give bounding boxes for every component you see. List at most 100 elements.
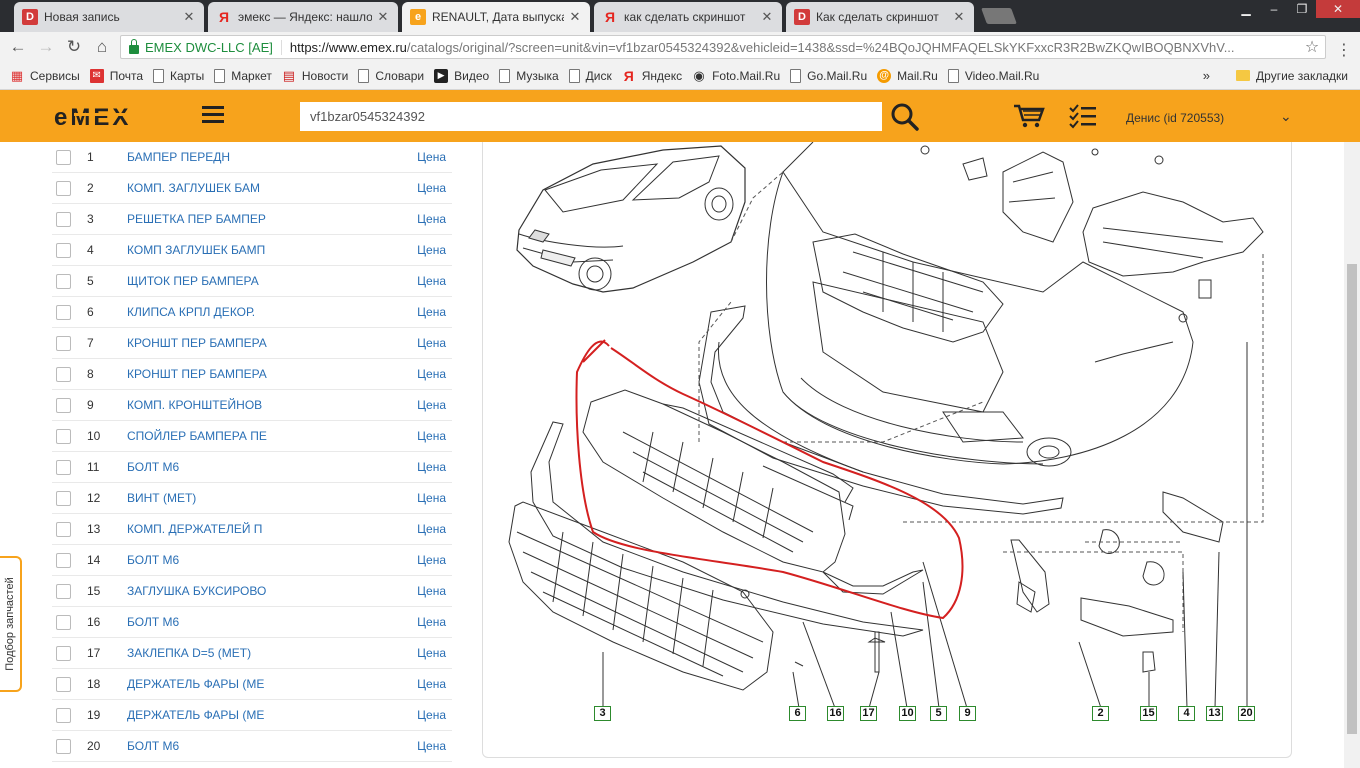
part-name-link[interactable]: БАМПЕР ПЕРЕДН [127,150,383,164]
scrollbar-thumb[interactable] [1347,264,1357,734]
diagram-callout[interactable]: 15 [1140,706,1157,721]
part-price-link[interactable]: Цена [417,739,446,753]
diagram-callout[interactable]: 5 [930,706,947,721]
bookmark-star-icon[interactable]: ☆ [1299,37,1325,57]
part-checkbox[interactable] [56,428,71,444]
bookmark-item[interactable]: ✉ Почта [89,68,143,83]
home-icon[interactable]: ⌂ [88,37,116,57]
bookmark-item[interactable]: Диск [568,68,612,83]
diagram-callout[interactable]: 13 [1206,706,1223,721]
url-text[interactable]: https://www.emex.ru/catalogs/original/?s… [290,40,1299,55]
bookmark-item[interactable]: Я Яндекс [622,68,682,84]
close-tab-icon[interactable]: ✕ [952,9,966,25]
new-tab-button[interactable] [981,8,1017,24]
part-price-link[interactable]: Цена [417,491,446,505]
close-tab-icon[interactable]: ✕ [568,9,582,25]
part-name-link[interactable]: КРОНШТ ПЕР БАМПЕРА [127,367,383,381]
bookmark-item[interactable]: ◉ Foto.Mail.Ru [692,68,780,83]
diagram-callout[interactable]: 20 [1238,706,1255,721]
diagram-callout[interactable]: 4 [1178,706,1195,721]
part-name-link[interactable]: БОЛТ М6 [127,553,383,567]
part-price-link[interactable]: Цена [417,398,446,412]
user-account-label[interactable]: Денис (id 720553) [1126,111,1224,125]
part-price-link[interactable]: Цена [417,150,446,164]
part-price-link[interactable]: Цена [417,305,446,319]
part-name-link[interactable]: КОМП. КРОНШТЕЙНОВ [127,398,383,412]
parts-selection-tab[interactable]: Подбор запчастей [0,556,22,692]
reload-icon[interactable]: ↻ [60,37,88,57]
cart-icon[interactable] [1012,103,1046,129]
part-name-link[interactable]: ЗАКЛЕПКА D=5 (МЕТ) [127,646,383,660]
part-price-link[interactable]: Цена [417,553,446,567]
bookmark-item[interactable]: Go.Mail.Ru [790,68,867,83]
part-checkbox[interactable] [56,335,71,351]
part-name-link[interactable]: БОЛТ М6 [127,615,383,629]
part-checkbox[interactable] [56,707,71,723]
part-price-link[interactable]: Цена [417,646,446,660]
part-checkbox[interactable] [56,180,71,196]
minimize-icon[interactable]: – [1260,0,1288,18]
page-scrollbar[interactable] [1344,142,1360,768]
other-bookmarks[interactable]: Другие закладки [1236,69,1348,83]
browser-tab[interactable]: D Новая запись ✕ [14,2,204,32]
browser-menu-icon[interactable]: ⋮ [1336,40,1352,60]
part-checkbox[interactable] [56,490,71,506]
part-checkbox[interactable] [56,304,71,320]
bookmark-item[interactable]: ▦ Сервисы [10,68,80,83]
vin-search-input[interactable] [300,102,882,131]
part-checkbox[interactable] [56,397,71,413]
bookmark-item[interactable]: ▤ Новости [282,68,349,83]
part-name-link[interactable]: ВИНТ (МЕТ) [127,491,383,505]
part-name-link[interactable]: КЛИПСА КРПЛ ДЕКОР. [127,305,383,319]
bookmark-item[interactable]: Словари [358,68,424,83]
close-tab-icon[interactable]: ✕ [376,9,390,25]
part-checkbox[interactable] [56,521,71,537]
part-price-link[interactable]: Цена [417,522,446,536]
part-name-link[interactable]: БОЛТ М6 [127,460,383,474]
part-name-link[interactable]: КОМП. ДЕРЖАТЕЛЕЙ П [127,522,383,536]
part-checkbox[interactable] [56,366,71,382]
diagram-callout[interactable]: 9 [959,706,976,721]
search-icon[interactable] [890,102,920,132]
bookmark-item[interactable]: Карты [153,68,204,83]
bookmark-item[interactable]: ▶ Видео [434,68,489,83]
checklist-icon[interactable] [1068,103,1098,129]
part-checkbox[interactable] [56,273,71,289]
forward-icon[interactable]: → [32,37,60,57]
chevron-down-icon[interactable]: ⌄ [1280,108,1292,125]
user-icon[interactable]: ▁ [1232,0,1260,18]
part-checkbox[interactable] [56,676,71,692]
browser-tab-active[interactable]: e RENAULT, Дата выпуска ✕ [402,2,590,32]
part-price-link[interactable]: Цена [417,460,446,474]
maximize-icon[interactable]: ❐ [1288,0,1316,18]
part-price-link[interactable]: Цена [417,243,446,257]
emex-logo[interactable]: eMEX [54,104,158,137]
browser-tab[interactable]: D Как сделать скриншот ✕ [786,2,974,32]
part-name-link[interactable]: ДЕРЖАТЕЛЬ ФАРЫ (МЕ [127,708,383,722]
diagram-callout[interactable]: 6 [789,706,806,721]
part-name-link[interactable]: КОМП ЗАГЛУШЕК БАМП [127,243,383,257]
hamburger-menu-icon[interactable] [202,106,224,124]
part-checkbox[interactable] [56,459,71,475]
close-tab-icon[interactable]: ✕ [760,9,774,25]
part-checkbox[interactable] [56,614,71,630]
part-checkbox[interactable] [56,645,71,661]
diagram-callout[interactable]: 3 [594,706,611,721]
part-name-link[interactable]: ЩИТОК ПЕР БАМПЕРА [127,274,383,288]
bookmarks-overflow-icon[interactable]: » [1203,68,1210,83]
part-checkbox[interactable] [56,211,71,227]
diagram-callout[interactable]: 2 [1092,706,1109,721]
part-checkbox[interactable] [56,149,71,165]
bookmark-item[interactable]: Маркет [214,68,272,83]
part-price-link[interactable]: Цена [417,615,446,629]
bookmark-item[interactable]: Музыка [499,68,559,83]
part-name-link[interactable]: КРОНШТ ПЕР БАМПЕРА [127,336,383,350]
diagram-callout[interactable]: 10 [899,706,916,721]
part-name-link[interactable]: БОЛТ М6 [127,739,383,753]
part-price-link[interactable]: Цена [417,584,446,598]
part-price-link[interactable]: Цена [417,367,446,381]
back-icon[interactable]: ← [4,37,32,57]
diagram-callout[interactable]: 16 [827,706,844,721]
part-name-link[interactable]: КОМП. ЗАГЛУШЕК БАМ [127,181,383,195]
part-checkbox[interactable] [56,738,71,754]
